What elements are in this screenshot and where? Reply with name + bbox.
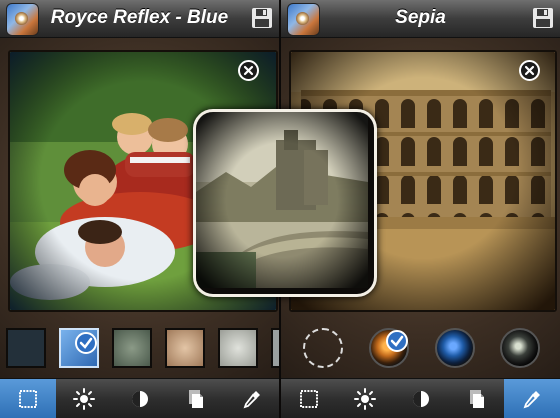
sun-icon	[73, 388, 95, 410]
brightness-tool-button[interactable]	[337, 379, 393, 418]
filter-title: Sepia	[395, 7, 446, 28]
floppy-disk-icon[interactable]	[251, 7, 273, 29]
frame-tool-button[interactable]	[0, 379, 56, 418]
texture-tool-button[interactable]	[449, 379, 505, 418]
brightness-tool-button[interactable]	[56, 379, 112, 418]
floppy-disk-icon[interactable]	[532, 7, 554, 29]
lens-selector-strip	[281, 318, 560, 378]
filter-title: Royce Reflex - Blue	[50, 7, 229, 28]
castle-preview-popup	[193, 109, 377, 297]
close-circle-icon[interactable]	[238, 60, 259, 81]
sun-icon	[354, 388, 376, 410]
frame-icon	[19, 390, 37, 408]
layers-icon	[189, 390, 203, 408]
frame-thumbnail-5[interactable]	[218, 328, 258, 368]
bottom-toolbar	[0, 378, 279, 418]
texture-tool-button[interactable]	[168, 379, 224, 418]
close-circle-icon[interactable]	[519, 60, 540, 81]
app-icon[interactable]	[287, 3, 320, 36]
no-lens-option[interactable]	[303, 328, 343, 368]
frame-thumbnail-3[interactable]	[112, 328, 152, 368]
frame-thumbnail-1[interactable]	[6, 328, 46, 368]
frame-selector-strip	[0, 318, 279, 378]
contrast-tool-button[interactable]	[393, 379, 449, 418]
eyedropper-icon	[243, 391, 260, 409]
layers-icon	[470, 390, 484, 408]
title-bar: Sepia	[281, 0, 560, 38]
app-icon[interactable]	[6, 3, 39, 36]
contrast-tool-button[interactable]	[112, 379, 168, 418]
contrast-icon	[413, 391, 429, 407]
checkmark-icon	[75, 332, 97, 354]
dark-lens-option[interactable]	[500, 328, 540, 368]
checkmark-icon	[386, 330, 408, 352]
color-picker-tool-button[interactable]	[224, 379, 279, 418]
blue-lens-option[interactable]	[435, 328, 475, 368]
frame-icon	[300, 390, 318, 408]
frame-thumbnail-6[interactable]	[271, 328, 279, 368]
color-picker-tool-button[interactable]	[504, 379, 560, 418]
bottom-toolbar	[281, 378, 560, 418]
frame-thumbnail-4[interactable]	[165, 328, 205, 368]
frame-tool-button[interactable]	[281, 379, 337, 418]
contrast-icon	[132, 391, 148, 407]
eyedropper-icon	[523, 391, 540, 409]
title-bar: Royce Reflex - Blue	[0, 0, 279, 38]
castle-photo	[196, 112, 369, 292]
